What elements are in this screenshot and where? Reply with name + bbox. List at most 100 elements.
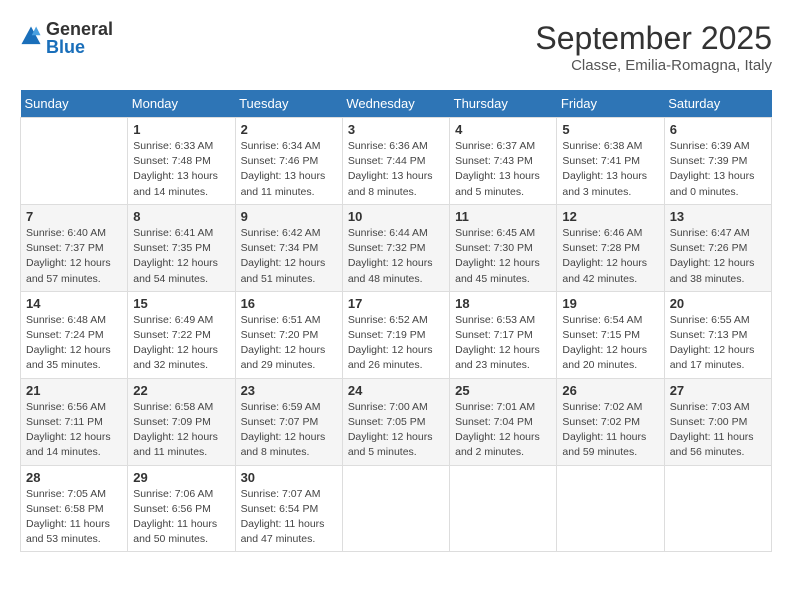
day-number: 15 — [133, 296, 229, 311]
weekday-header-tuesday: Tuesday — [235, 90, 342, 118]
day-number: 22 — [133, 383, 229, 398]
day-info: Sunrise: 7:06 AM Sunset: 6:56 PM Dayligh… — [133, 487, 229, 548]
day-number: 27 — [670, 383, 766, 398]
day-info: Sunrise: 6:38 AM Sunset: 7:41 PM Dayligh… — [562, 139, 658, 200]
day-info: Sunrise: 6:56 AM Sunset: 7:11 PM Dayligh… — [26, 400, 122, 461]
calendar-week-row: 7 Sunrise: 6:40 AM Sunset: 7:37 PM Daylig… — [21, 204, 772, 291]
day-info: Sunrise: 6:39 AM Sunset: 7:39 PM Dayligh… — [670, 139, 766, 200]
day-info: Sunrise: 6:48 AM Sunset: 7:24 PM Dayligh… — [26, 313, 122, 374]
calendar-cell: 30Sunrise: 7:07 AM Sunset: 6:54 PM Dayli… — [235, 465, 342, 552]
calendar-cell: 18 Sunrise: 6:53 AM Sunset: 7:17 PM Dayli… — [450, 291, 557, 378]
day-info: Sunrise: 6:41 AM Sunset: 7:35 PM Dayligh… — [133, 226, 229, 287]
calendar-cell: 22Sunrise: 6:58 AM Sunset: 7:09 PM Dayli… — [128, 378, 235, 465]
calendar-cell: 19 Sunrise: 6:54 AM Sunset: 7:15 PM Dayli… — [557, 291, 664, 378]
header: General Blue September 2025 Classe, Emil… — [20, 20, 772, 74]
calendar-cell: 13Sunrise: 6:47 AM Sunset: 7:26 PM Dayli… — [664, 204, 771, 291]
day-number: 7 — [26, 209, 122, 224]
calendar-cell — [21, 118, 128, 205]
weekday-header-thursday: Thursday — [450, 90, 557, 118]
day-info: Sunrise: 6:51 AM Sunset: 7:20 PM Dayligh… — [241, 313, 337, 374]
weekday-header-wednesday: Wednesday — [342, 90, 449, 118]
calendar-cell: 2 Sunrise: 6:34 AM Sunset: 7:46 PM Daylig… — [235, 118, 342, 205]
day-number: 21 — [26, 383, 122, 398]
calendar-cell: 14 Sunrise: 6:48 AM Sunset: 7:24 PM Dayli… — [21, 291, 128, 378]
day-number: 20 — [670, 296, 766, 311]
day-info: Sunrise: 6:49 AM Sunset: 7:22 PM Dayligh… — [133, 313, 229, 374]
month-title: September 2025 — [535, 20, 772, 57]
logo-icon — [20, 25, 42, 47]
calendar-cell: 21 Sunrise: 6:56 AM Sunset: 7:11 PM Dayli… — [21, 378, 128, 465]
day-number: 30 — [241, 470, 337, 485]
day-number: 26 — [562, 383, 658, 398]
day-number: 29 — [133, 470, 229, 485]
day-info: Sunrise: 6:42 AM Sunset: 7:34 PM Dayligh… — [241, 226, 337, 287]
title-area: September 2025 Classe, Emilia-Romagna, I… — [535, 20, 772, 74]
calendar-cell — [557, 465, 664, 552]
day-info: Sunrise: 6:52 AM Sunset: 7:19 PM Dayligh… — [348, 313, 444, 374]
calendar-cell: 27 Sunrise: 7:03 AM Sunset: 7:00 PM Dayli… — [664, 378, 771, 465]
day-number: 25 — [455, 383, 551, 398]
logo-general-text: General — [46, 20, 113, 38]
day-number: 16 — [241, 296, 337, 311]
calendar-cell — [450, 465, 557, 552]
logo-blue-text: Blue — [46, 38, 113, 56]
day-info: Sunrise: 6:40 AM Sunset: 7:37 PM Dayligh… — [26, 226, 122, 287]
calendar-cell: 9 Sunrise: 6:42 AM Sunset: 7:34 PM Daylig… — [235, 204, 342, 291]
calendar-week-row: 21 Sunrise: 6:56 AM Sunset: 7:11 PM Dayli… — [21, 378, 772, 465]
day-number: 4 — [455, 122, 551, 137]
calendar-cell: 7 Sunrise: 6:40 AM Sunset: 7:37 PM Daylig… — [21, 204, 128, 291]
day-number: 24 — [348, 383, 444, 398]
calendar-cell — [342, 465, 449, 552]
day-info: Sunrise: 7:01 AM Sunset: 7:04 PM Dayligh… — [455, 400, 551, 461]
day-info: Sunrise: 7:03 AM Sunset: 7:00 PM Dayligh… — [670, 400, 766, 461]
day-number: 5 — [562, 122, 658, 137]
day-number: 23 — [241, 383, 337, 398]
calendar-cell: 24 Sunrise: 7:00 AM Sunset: 7:05 PM Dayli… — [342, 378, 449, 465]
day-info: Sunrise: 6:55 AM Sunset: 7:13 PM Dayligh… — [670, 313, 766, 374]
day-info: Sunrise: 7:02 AM Sunset: 7:02 PM Dayligh… — [562, 400, 658, 461]
day-info: Sunrise: 6:34 AM Sunset: 7:46 PM Dayligh… — [241, 139, 337, 200]
day-info: Sunrise: 6:53 AM Sunset: 7:17 PM Dayligh… — [455, 313, 551, 374]
logo: General Blue — [20, 20, 113, 56]
day-number: 2 — [241, 122, 337, 137]
day-number: 19 — [562, 296, 658, 311]
day-number: 12 — [562, 209, 658, 224]
day-number: 3 — [348, 122, 444, 137]
calendar-week-row: 14 Sunrise: 6:48 AM Sunset: 7:24 PM Dayli… — [21, 291, 772, 378]
calendar-cell: 25 Sunrise: 7:01 AM Sunset: 7:04 PM Dayli… — [450, 378, 557, 465]
calendar-cell: 28Sunrise: 7:05 AM Sunset: 6:58 PM Dayli… — [21, 465, 128, 552]
day-info: Sunrise: 6:33 AM Sunset: 7:48 PM Dayligh… — [133, 139, 229, 200]
day-info: Sunrise: 7:00 AM Sunset: 7:05 PM Dayligh… — [348, 400, 444, 461]
day-number: 6 — [670, 122, 766, 137]
calendar-cell: 11Sunrise: 6:45 AM Sunset: 7:30 PM Dayli… — [450, 204, 557, 291]
day-info: Sunrise: 7:05 AM Sunset: 6:58 PM Dayligh… — [26, 487, 122, 548]
day-number: 17 — [348, 296, 444, 311]
calendar-cell: 16 Sunrise: 6:51 AM Sunset: 7:20 PM Dayli… — [235, 291, 342, 378]
day-number: 18 — [455, 296, 551, 311]
weekday-header-sunday: Sunday — [21, 90, 128, 118]
day-info: Sunrise: 6:54 AM Sunset: 7:15 PM Dayligh… — [562, 313, 658, 374]
calendar-cell: 10Sunrise: 6:44 AM Sunset: 7:32 PM Dayli… — [342, 204, 449, 291]
day-info: Sunrise: 6:59 AM Sunset: 7:07 PM Dayligh… — [241, 400, 337, 461]
calendar-cell: 17 Sunrise: 6:52 AM Sunset: 7:19 PM Dayli… — [342, 291, 449, 378]
calendar-cell: 3 Sunrise: 6:36 AM Sunset: 7:44 PM Daylig… — [342, 118, 449, 205]
day-number: 13 — [670, 209, 766, 224]
calendar-cell: 5 Sunrise: 6:38 AM Sunset: 7:41 PM Daylig… — [557, 118, 664, 205]
calendar-table: SundayMondayTuesdayWednesdayThursdayFrid… — [20, 90, 772, 552]
calendar-cell: 29 Sunrise: 7:06 AM Sunset: 6:56 PM Dayli… — [128, 465, 235, 552]
day-number: 11 — [455, 209, 551, 224]
weekday-header-monday: Monday — [128, 90, 235, 118]
calendar-cell: 6 Sunrise: 6:39 AM Sunset: 7:39 PM Daylig… — [664, 118, 771, 205]
day-info: Sunrise: 6:36 AM Sunset: 7:44 PM Dayligh… — [348, 139, 444, 200]
weekday-header-friday: Friday — [557, 90, 664, 118]
day-number: 8 — [133, 209, 229, 224]
calendar-cell — [664, 465, 771, 552]
calendar-cell: 8 Sunrise: 6:41 AM Sunset: 7:35 PM Daylig… — [128, 204, 235, 291]
calendar-cell: 20 Sunrise: 6:55 AM Sunset: 7:13 PM Dayli… — [664, 291, 771, 378]
day-number: 9 — [241, 209, 337, 224]
weekday-header-saturday: Saturday — [664, 90, 771, 118]
day-info: Sunrise: 6:37 AM Sunset: 7:43 PM Dayligh… — [455, 139, 551, 200]
day-number: 1 — [133, 122, 229, 137]
location-subtitle: Classe, Emilia-Romagna, Italy — [535, 57, 772, 74]
day-number: 14 — [26, 296, 122, 311]
